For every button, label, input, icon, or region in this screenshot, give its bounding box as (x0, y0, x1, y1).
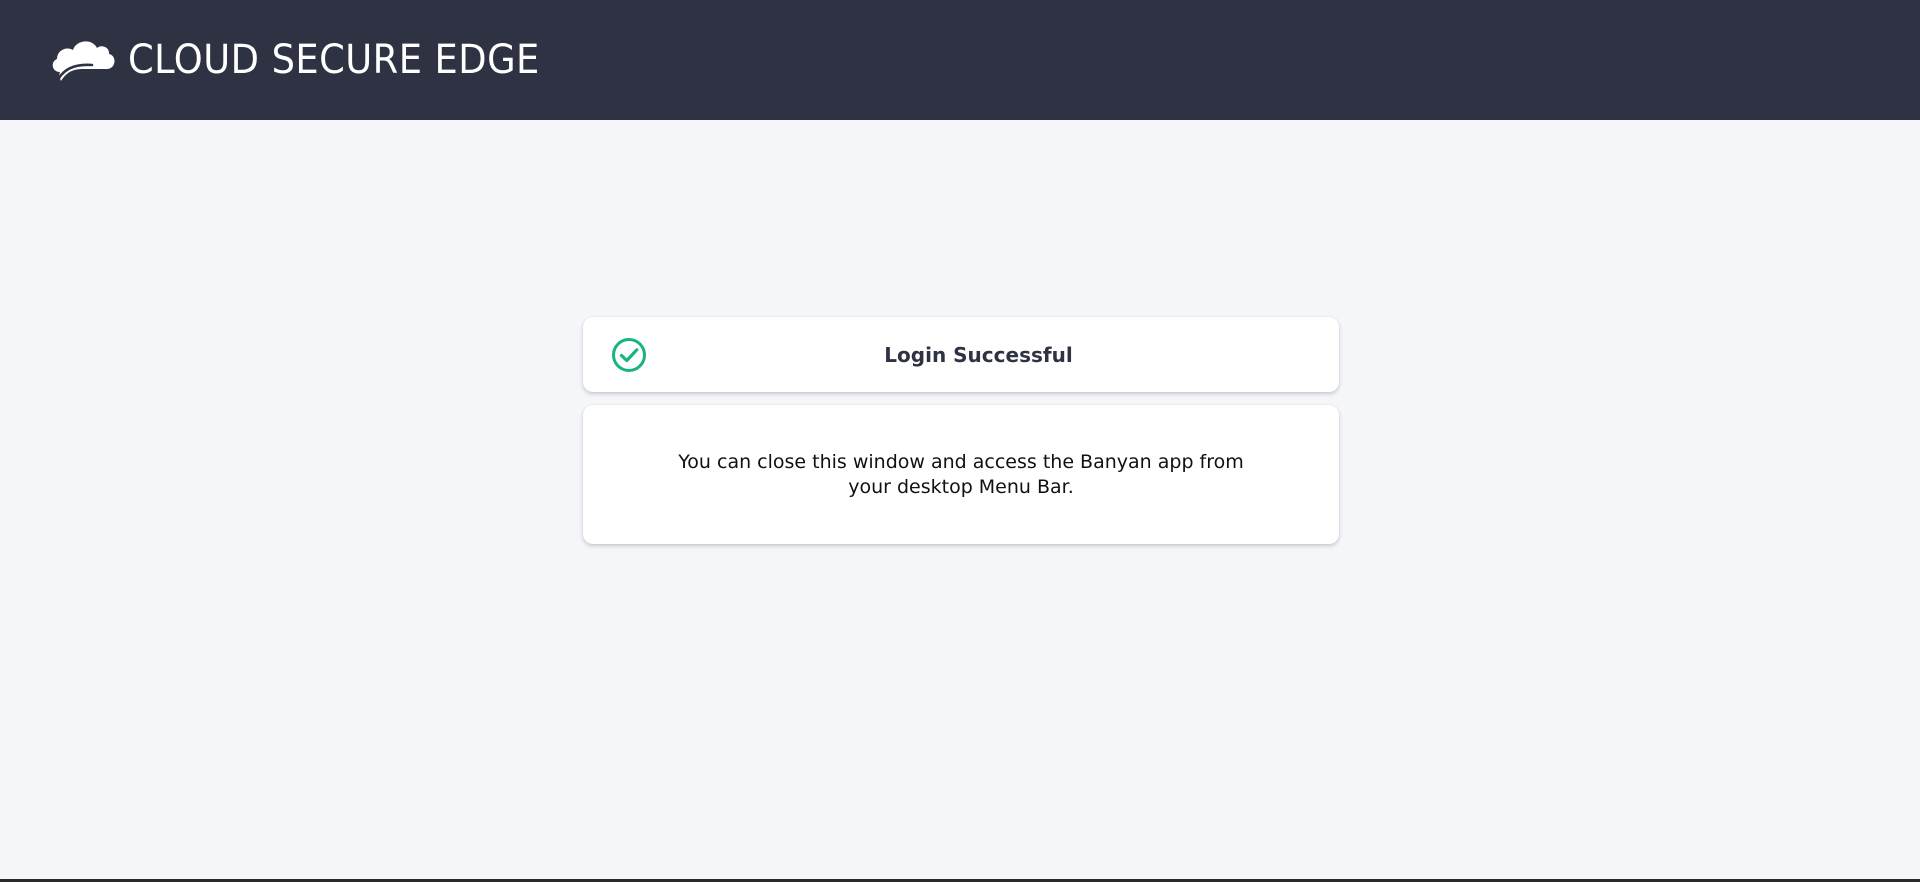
main-content: Login Successful You can close this wind… (0, 120, 1920, 882)
status-title: Login Successful (884, 342, 1073, 367)
cloud-logo-icon (52, 41, 115, 82)
login-status-card: Login Successful (583, 317, 1339, 392)
message-text: You can close this window and access the… (678, 450, 1244, 498)
check-circle-icon (612, 338, 646, 372)
top-header: CLOUD SECURE EDGE (0, 0, 1920, 120)
message-card: You can close this window and access the… (583, 405, 1339, 544)
brand-name: CLOUD SECURE EDGE (128, 37, 540, 83)
